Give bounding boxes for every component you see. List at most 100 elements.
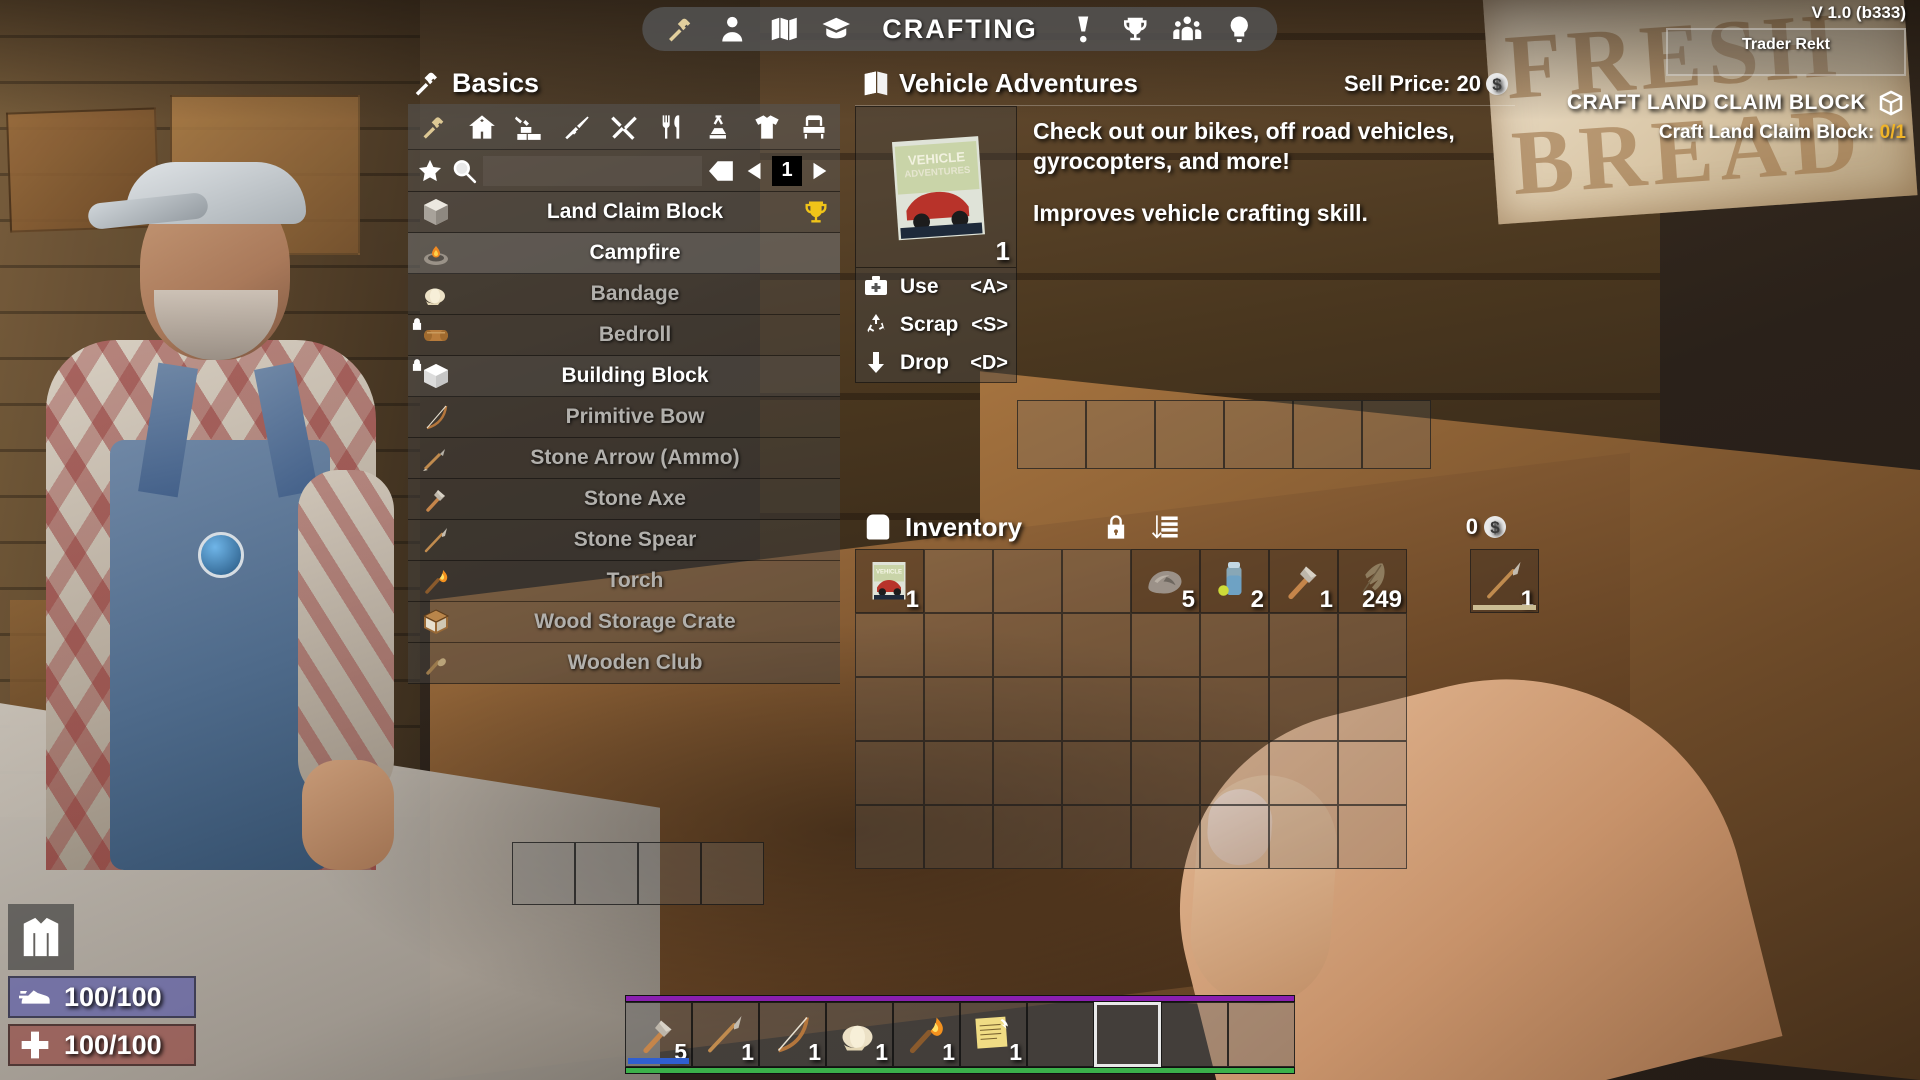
inventory-slot-empty[interactable]: [993, 741, 1062, 805]
inventory-slot-empty[interactable]: [1062, 613, 1131, 677]
action-use-button[interactable]: Use <A>: [856, 268, 1016, 306]
inventory-slot-empty[interactable]: [1269, 677, 1338, 741]
detail-empty-slot[interactable]: [1293, 400, 1362, 469]
toolbelt-slot[interactable]: [1161, 1002, 1228, 1067]
category-tab-weapons[interactable]: [557, 107, 597, 147]
nav-tab-party[interactable]: [1164, 9, 1212, 49]
action-drop-button[interactable]: Drop <D>: [856, 344, 1016, 382]
toolbelt-slot[interactable]: 1: [759, 1002, 826, 1067]
category-tab-clothing[interactable]: [747, 107, 787, 147]
item-preview-card[interactable]: VEHICLE ADVENTURES 1: [855, 106, 1017, 268]
category-tab-chemistry[interactable]: [699, 107, 739, 147]
detail-empty-slot[interactable]: [1224, 400, 1293, 469]
prev-page-button[interactable]: [742, 157, 768, 185]
crafting-queue-slot[interactable]: [701, 842, 764, 905]
category-tab-food[interactable]: [652, 107, 692, 147]
crafting-queue-slot[interactable]: [638, 842, 701, 905]
recipe-row[interactable]: Primitive Bow: [408, 397, 840, 438]
inventory-slot-empty[interactable]: [993, 677, 1062, 741]
recipe-list[interactable]: Land Claim Block Campfire Bandage Bedroll Bu…: [408, 192, 840, 684]
inventory-slot-empty[interactable]: [924, 549, 993, 613]
crafting-queue-slot[interactable]: [575, 842, 638, 905]
inventory-slot-empty[interactable]: [855, 805, 924, 869]
inventory-slot-empty[interactable]: [855, 677, 924, 741]
nav-tab-map[interactable]: [760, 9, 808, 49]
recipe-pager[interactable]: 1: [742, 155, 832, 186]
toolbelt-slot[interactable]: [1228, 1002, 1295, 1067]
recipe-row[interactable]: Stone Axe: [408, 479, 840, 520]
category-tab-tools[interactable]: [604, 107, 644, 147]
toolbelt-slots[interactable]: 5 1 1 1 1 1: [625, 1002, 1295, 1067]
crafting-category-tabs[interactable]: [408, 104, 840, 150]
toolbelt[interactable]: 5 1 1 1 1 1: [625, 995, 1295, 1074]
favorites-button[interactable]: [416, 153, 444, 189]
inventory-slot-empty[interactable]: [1131, 741, 1200, 805]
toolbelt-slot[interactable]: 1: [692, 1002, 759, 1067]
toolbelt-slot-selected[interactable]: [1094, 1002, 1161, 1067]
armor-slot[interactable]: [8, 904, 74, 970]
category-tab-decor[interactable]: [794, 107, 834, 147]
nav-tab-tips[interactable]: [1216, 9, 1264, 49]
inventory-slot-filled[interactable]: 5: [1131, 549, 1200, 613]
toolbelt-slot[interactable]: [1027, 1002, 1094, 1067]
inventory-slot-empty[interactable]: [1062, 741, 1131, 805]
recipe-row[interactable]: Torch: [408, 561, 840, 602]
inventory-slot-filled[interactable]: 1: [1470, 549, 1539, 613]
category-tab-basics[interactable]: [414, 107, 454, 147]
inventory-slot-empty[interactable]: [993, 613, 1062, 677]
inventory-slot-empty[interactable]: [1338, 741, 1407, 805]
recipe-search-bar[interactable]: 1: [408, 150, 840, 192]
inventory-slot-empty[interactable]: [1338, 677, 1407, 741]
inventory-slot-filled[interactable]: 249: [1338, 549, 1407, 613]
action-scrap-button[interactable]: Scrap <S>: [856, 306, 1016, 344]
toolbelt-slot[interactable]: 1: [893, 1002, 960, 1067]
inventory-slot-empty[interactable]: [855, 613, 924, 677]
recipe-row[interactable]: Wood Storage Crate: [408, 602, 840, 643]
detail-empty-slot[interactable]: [1155, 400, 1224, 469]
inventory-slot-empty[interactable]: [1338, 805, 1407, 869]
inventory-slot-empty[interactable]: [855, 741, 924, 805]
nav-tab-skills[interactable]: [812, 9, 860, 49]
inventory-slot-empty[interactable]: [924, 677, 993, 741]
nav-tab-challenges[interactable]: [1112, 9, 1160, 49]
inventory-slot-empty[interactable]: [1062, 549, 1131, 613]
category-tab-building[interactable]: [462, 107, 502, 147]
inventory-slot-empty[interactable]: [924, 741, 993, 805]
recipe-row[interactable]: Campfire: [408, 233, 840, 274]
sort-icon[interactable]: [1152, 512, 1180, 542]
toolbelt-slot[interactable]: 1: [960, 1002, 1027, 1067]
lock-icon[interactable]: [1102, 512, 1130, 542]
recipe-row[interactable]: Stone Spear: [408, 520, 840, 561]
category-tab-blocks[interactable]: [509, 107, 549, 147]
recipe-row[interactable]: Stone Arrow (Ammo): [408, 438, 840, 479]
inventory-slot-filled[interactable]: VEHICLE 1: [855, 549, 924, 613]
next-page-button[interactable]: [806, 157, 832, 185]
nav-tab-quests[interactable]: [1060, 9, 1108, 49]
detail-empty-slot[interactable]: [1086, 400, 1155, 469]
recipe-row[interactable]: Bandage: [408, 274, 840, 315]
inventory-slot-empty[interactable]: [1200, 677, 1269, 741]
inventory-grid[interactable]: VEHICLE 1 5 2 1 249: [855, 549, 1515, 869]
inventory-slot-empty[interactable]: [1131, 613, 1200, 677]
inventory-slot-empty[interactable]: [1062, 677, 1131, 741]
nav-tab-crafting[interactable]: [656, 9, 704, 49]
top-navigation-bar[interactable]: CRAFTING: [642, 7, 1278, 51]
inventory-slot-empty[interactable]: [1269, 805, 1338, 869]
inventory-slot-empty[interactable]: [1338, 613, 1407, 677]
inventory-slot-empty[interactable]: [924, 805, 993, 869]
recipe-row[interactable]: Building Block: [408, 356, 840, 397]
item-detail-slot-row[interactable]: [1017, 400, 1431, 469]
inventory-slot-empty[interactable]: [1062, 805, 1131, 869]
recipe-row[interactable]: Wooden Club: [408, 643, 840, 684]
crafting-queue[interactable]: [512, 842, 764, 905]
item-action-list[interactable]: Use <A> Scrap <S> Drop <D>: [855, 268, 1017, 383]
inventory-slot-filled[interactable]: 1: [1269, 549, 1338, 613]
inventory-slot-empty[interactable]: [993, 805, 1062, 869]
recipe-row[interactable]: Bedroll: [408, 315, 840, 356]
toolbelt-slot[interactable]: 1: [826, 1002, 893, 1067]
recipe-row[interactable]: Land Claim Block: [408, 192, 840, 233]
detail-empty-slot[interactable]: [1017, 400, 1086, 469]
inventory-slot-empty[interactable]: [1200, 613, 1269, 677]
inventory-slot-empty[interactable]: [1131, 677, 1200, 741]
inventory-slot-empty[interactable]: [1269, 613, 1338, 677]
